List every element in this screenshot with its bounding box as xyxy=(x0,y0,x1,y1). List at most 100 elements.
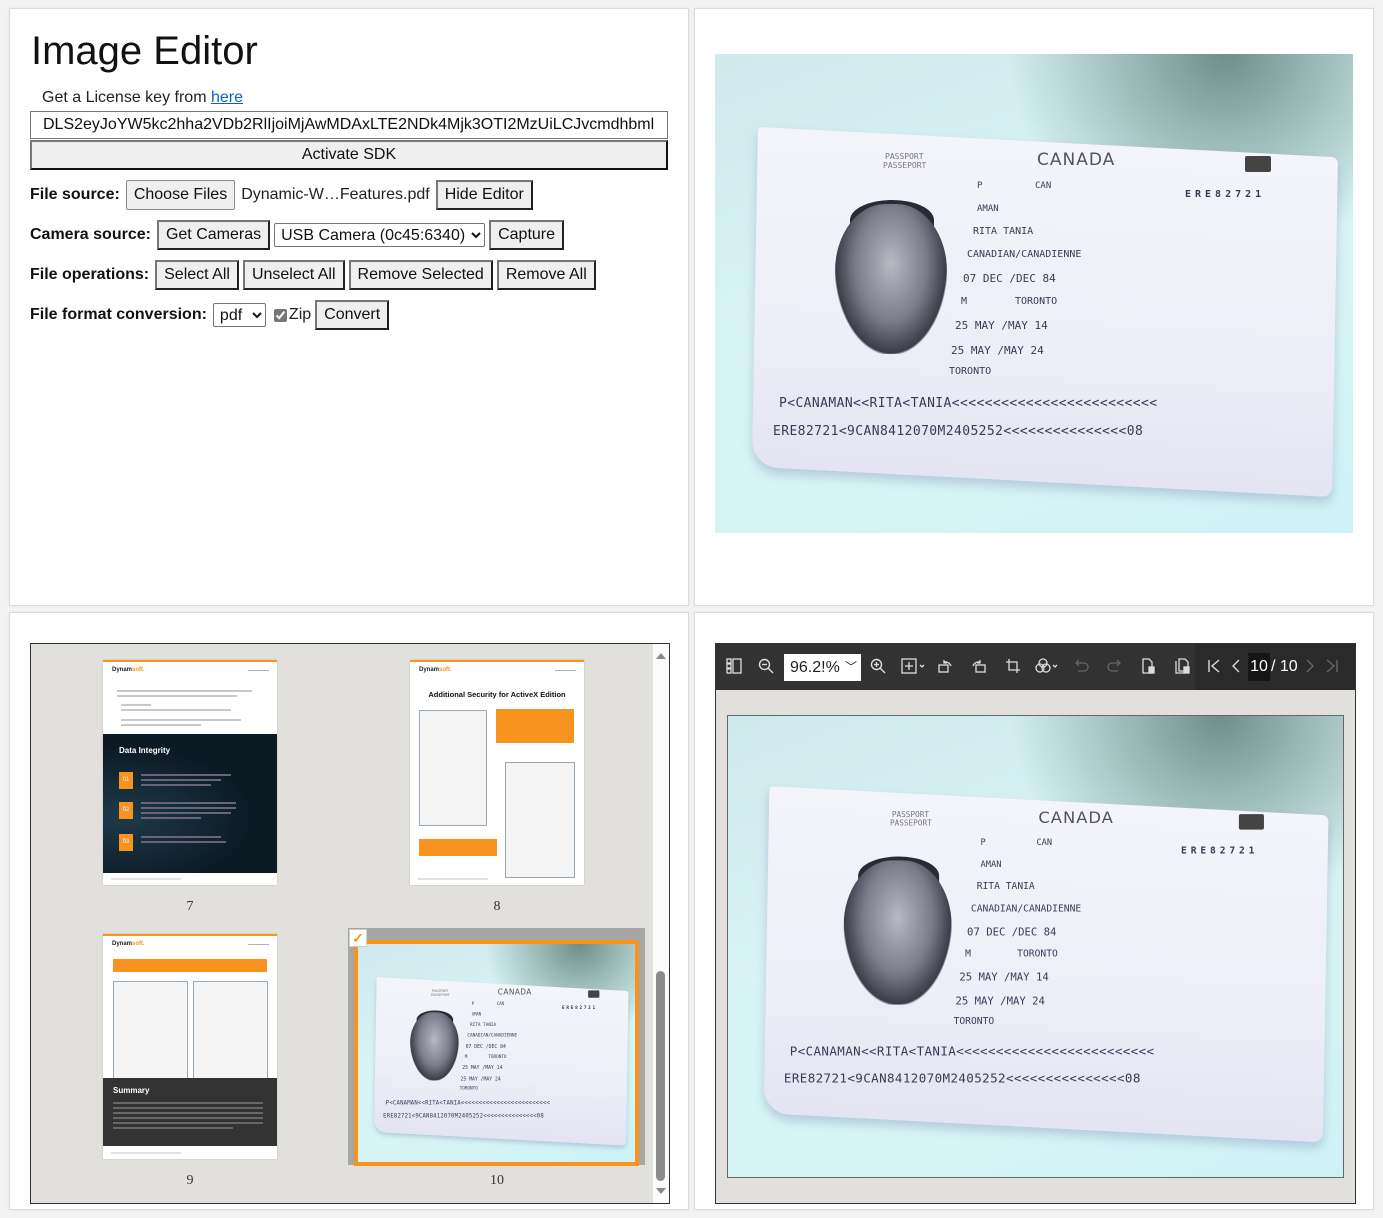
dark-section: Summary xyxy=(103,1078,277,1146)
passport-country: CANADA xyxy=(1037,150,1116,170)
passport-place-of-birth: TORONTO xyxy=(1017,948,1058,960)
page-header-text: ▬▬▬▬▬▬▬ xyxy=(248,942,269,946)
passport-expiry-date: 25 MAY /MAY 24 xyxy=(951,344,1044,357)
page-title: Image Editor xyxy=(31,29,258,73)
delete-page-icon[interactable] xyxy=(1138,657,1158,677)
thumbnail-page-8[interactable]: Dynamsoft. ▬▬▬▬▬▬▬ Additional Security f… xyxy=(410,660,584,885)
select-all-button[interactable]: Select All xyxy=(155,260,239,290)
passport-surname: AMAN xyxy=(977,204,999,214)
selected-file-name: Dynamic-W…Features.pdf xyxy=(241,186,430,203)
dynamsoft-logo: Dynamsoft. xyxy=(112,941,145,947)
convert-button[interactable]: Convert xyxy=(315,300,390,330)
page-header-text: ▬▬▬▬▬▬▬ xyxy=(248,668,269,672)
format-conversion-row: File format conversion: pdf Zip Convert xyxy=(30,299,390,331)
passport-header-en: PASSPORT xyxy=(885,152,924,161)
scroll-down-icon[interactable] xyxy=(656,1188,666,1194)
thumbnail-page-10[interactable]: PASSPORT PASSEPORT CANADA P CAN ERE82721 AMAN R… xyxy=(348,928,645,1166)
passport-header-en: PASSPORT xyxy=(891,810,930,819)
passport-number: ERE82721 xyxy=(1181,845,1259,857)
last-page-icon[interactable] xyxy=(1322,657,1342,677)
rotate-right-icon[interactable] xyxy=(969,657,989,677)
first-page-icon[interactable] xyxy=(1204,657,1224,677)
portrait-photo xyxy=(410,1012,459,1081)
passport-header-fr: PASSEPORT xyxy=(430,992,450,997)
get-cameras-button[interactable]: Get Cameras xyxy=(156,220,271,250)
crop-icon[interactable] xyxy=(1003,657,1023,677)
text-line xyxy=(121,724,201,726)
license-hint-text: Get a License key from xyxy=(42,89,211,106)
zoom-out-icon[interactable] xyxy=(756,657,776,677)
camera-preview-panel: PASSPORT PASSEPORT CANADA P CAN ERE82721 AMAN R… xyxy=(694,8,1374,606)
passport-authority: TORONTO xyxy=(459,1085,478,1092)
remove-all-button[interactable]: Remove All xyxy=(496,260,596,290)
scroll-up-icon[interactable] xyxy=(656,653,666,659)
fit-mode-icon[interactable] xyxy=(898,657,928,677)
camera-source-row: Camera source: Get Cameras USB Camera (0… xyxy=(30,219,565,251)
zoom-level-value: 96.2!% xyxy=(790,659,840,676)
passport-nationality: CANADIAN/CANADIENNE xyxy=(467,1032,518,1038)
passport-surname: AMAN xyxy=(471,1012,482,1017)
file-operations-row: File operations: Select All Unselect All… xyxy=(30,259,596,291)
undo-icon[interactable] xyxy=(1071,657,1091,677)
thumbnail-panel-icon[interactable] xyxy=(724,657,744,677)
biometric-chip-icon xyxy=(1245,156,1271,172)
rotate-left-icon[interactable] xyxy=(935,657,955,677)
unselect-all-button[interactable]: Unselect All xyxy=(242,260,345,290)
capture-button[interactable]: Capture xyxy=(489,220,565,250)
camera-select[interactable]: USB Camera (0c45:6340) xyxy=(274,223,486,247)
scrollbar-thumb[interactable] xyxy=(656,971,665,1181)
zoom-in-icon[interactable] xyxy=(868,657,888,677)
license-key-input[interactable]: DLS2eyJoYW5kc2hha2VDb2RlIjoiMjAwMDAxLTE2… xyxy=(30,111,668,139)
filter-icon[interactable] xyxy=(1032,657,1062,677)
callout-box xyxy=(419,839,497,856)
file-operations-label: File operations: xyxy=(30,266,150,283)
passport-header-fr: PASSEPORT xyxy=(889,818,932,828)
license-hint: Get a License key from here xyxy=(42,89,243,107)
page-total: / 10 xyxy=(1271,658,1298,675)
section-title: Summary xyxy=(113,1086,150,1095)
dynamsoft-logo: Dynamsoft. xyxy=(419,667,452,673)
biometric-chip-icon xyxy=(588,990,600,998)
passport-authority: TORONTO xyxy=(953,1016,995,1027)
page-number: 9 xyxy=(186,1173,194,1188)
passport-sex: M xyxy=(464,1054,468,1060)
thumbnail-scrollbar[interactable] xyxy=(653,644,669,1203)
zip-checkbox[interactable] xyxy=(273,308,287,322)
next-page-icon[interactable] xyxy=(1300,657,1320,677)
passport-issue-date: 25 MAY /MAY 14 xyxy=(959,971,1049,984)
zoom-level-select[interactable]: 96.2!% ﹀ xyxy=(784,654,861,681)
format-select[interactable]: pdf xyxy=(212,303,266,327)
dialog-screenshot xyxy=(419,710,487,826)
thumbnail-viewer[interactable]: Dynamsoft. ▬▬▬▬▬▬▬ Data Integrity 01 02 … xyxy=(30,643,670,1204)
activate-sdk-button[interactable]: Activate SDK xyxy=(30,140,668,170)
passport-expiry-date: 25 MAY /MAY 24 xyxy=(460,1075,501,1082)
remove-selected-button[interactable]: Remove Selected xyxy=(348,260,493,290)
prev-page-icon[interactable] xyxy=(1226,657,1246,677)
thumbnail-page-7[interactable]: Dynamsoft. ▬▬▬▬▬▬▬ Data Integrity 01 02 … xyxy=(103,660,277,885)
portrait-photo xyxy=(843,860,952,1005)
passport-mrz-line-2: ERE82721<9CAN8412070M2405252<<<<<<<<<<<<… xyxy=(773,424,1144,439)
number-box: 02 xyxy=(119,802,133,819)
passport-number: ERE82721 xyxy=(562,1005,597,1011)
page-number: 7 xyxy=(186,899,194,914)
passport-nationality: CANADIAN/CANADIENNE xyxy=(970,903,1082,915)
passport-mrz-line-1: P<CANAMAN<<RITA<TANIA<<<<<<<<<<<<<<<<<<<… xyxy=(789,1045,1155,1060)
passport-issue-date: 25 MAY /MAY 14 xyxy=(955,319,1048,332)
thumbnail-page-9[interactable]: Dynamsoft. ▬▬▬▬▬▬▬ Summary xyxy=(103,934,277,1159)
hide-editor-button[interactable]: Hide Editor xyxy=(435,180,533,210)
passport-country: CANADA xyxy=(1038,808,1114,828)
page-number: 10 xyxy=(490,1173,504,1188)
choose-files-button[interactable]: Choose Files xyxy=(125,180,236,210)
passport-type: P xyxy=(471,1001,475,1007)
redo-icon[interactable] xyxy=(1105,657,1125,677)
checkmark-icon[interactable]: ✓ xyxy=(349,929,367,947)
delete-all-pages-icon[interactable] xyxy=(1172,657,1192,677)
license-link[interactable]: here xyxy=(211,89,243,106)
passport-thumbnail-image: PASSPORT PASSEPORT CANADA P CAN ERE82721 AMAN R… xyxy=(354,940,639,1166)
passport-mrz-line-1: P<CANAMAN<<RITA<TANIA<<<<<<<<<<<<<<<<<<<… xyxy=(779,396,1158,411)
passport-issuing-country: CAN xyxy=(496,1001,504,1007)
editor-toolbar: 96.2!% ﹀ 10 / 10 xyxy=(716,644,1355,690)
passport-number: ERE82721 xyxy=(1185,189,1266,200)
current-page-input[interactable]: 10 xyxy=(1248,653,1270,681)
passport-given-names: RITA TANIA xyxy=(470,1022,497,1028)
